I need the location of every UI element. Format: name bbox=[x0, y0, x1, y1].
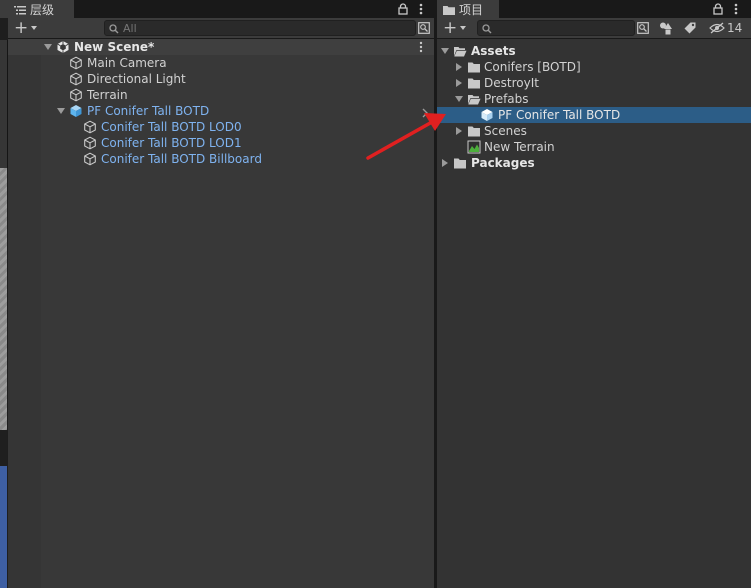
tree-item-assets[interactable]: Assets bbox=[437, 43, 751, 59]
gameobject-cube-icon bbox=[83, 120, 97, 134]
lock-icon[interactable] bbox=[713, 3, 723, 15]
tree-item-label: Conifer Tall BOTD LOD1 bbox=[101, 136, 242, 150]
filter-by-type-icon[interactable] bbox=[659, 21, 673, 35]
expand-arrow-icon[interactable] bbox=[441, 48, 449, 54]
tree-item-label: Terrain bbox=[87, 88, 128, 102]
hierarchy-tabbar: 层级 bbox=[8, 0, 434, 18]
scene-viewport-edge bbox=[0, 168, 7, 430]
game-viewport-edge bbox=[0, 466, 7, 588]
tree-item-label: Assets bbox=[471, 44, 516, 58]
lock-icon[interactable] bbox=[398, 3, 408, 15]
more-menu-icon[interactable] bbox=[418, 2, 424, 16]
hierarchy-search-field[interactable] bbox=[104, 20, 416, 36]
folder-open-icon bbox=[453, 44, 467, 58]
list-icon bbox=[14, 4, 26, 15]
tree-item-label: Main Camera bbox=[87, 56, 167, 70]
more-menu-icon[interactable] bbox=[418, 41, 424, 53]
tree-item-main-camera[interactable]: Main Camera bbox=[8, 55, 434, 71]
gameobject-cube-icon bbox=[69, 56, 83, 70]
tree-item-label: Conifer Tall BOTD Billboard bbox=[101, 152, 262, 166]
tree-item-label: PF Conifer Tall BOTD bbox=[498, 108, 621, 122]
folder-icon bbox=[443, 4, 455, 15]
hierarchy-panel: 层级 + New Scene* bbox=[8, 0, 434, 588]
project-search-input[interactable] bbox=[492, 21, 634, 35]
tree-item-destroyit[interactable]: DestroyIt bbox=[437, 75, 751, 91]
hidden-count: 14 bbox=[727, 21, 743, 35]
unity-scene-icon bbox=[56, 40, 70, 54]
more-menu-icon[interactable] bbox=[733, 2, 739, 16]
gameobject-cube-icon bbox=[69, 88, 83, 102]
chevron-down-icon bbox=[31, 26, 38, 30]
tree-item-new-scene[interactable]: New Scene* bbox=[8, 39, 434, 55]
gameobject-cube-icon bbox=[83, 152, 97, 166]
tab-hierarchy-label: 层级 bbox=[30, 2, 55, 17]
scene-toolbar-edge bbox=[0, 40, 8, 168]
filter-by-label-icon[interactable] bbox=[683, 21, 697, 35]
expand-arrow-icon[interactable] bbox=[57, 108, 65, 114]
tab-hierarchy[interactable]: 层级 bbox=[8, 0, 74, 18]
prefab-cube-icon bbox=[480, 108, 494, 122]
project-search-field[interactable] bbox=[477, 20, 635, 36]
tree-item-directional-light[interactable]: Directional Light bbox=[8, 71, 434, 87]
tree-item-label: New Terrain bbox=[484, 140, 555, 154]
search-icon bbox=[482, 23, 492, 34]
create-label: + bbox=[14, 18, 29, 38]
create-label: + bbox=[443, 18, 458, 38]
tree-item-label: Scenes bbox=[484, 124, 527, 138]
terrain-asset-icon bbox=[467, 140, 481, 154]
project-tabbar: 项目 bbox=[437, 0, 751, 18]
project-toolbar: + 14 bbox=[437, 18, 751, 39]
tree-item-label: Conifer Tall BOTD LOD0 bbox=[101, 120, 242, 134]
hierarchy-search-input[interactable] bbox=[119, 21, 415, 35]
tree-item-label: Packages bbox=[471, 156, 535, 170]
tree-item-packages[interactable]: Packages bbox=[437, 155, 751, 171]
folder-icon bbox=[467, 76, 481, 90]
tree-item-prefabs[interactable]: Prefabs bbox=[437, 91, 751, 107]
collapse-arrow-icon[interactable] bbox=[456, 79, 462, 87]
hidden-packages-toggle[interactable]: 14 bbox=[709, 20, 742, 36]
annotation-arrow bbox=[366, 113, 446, 160]
chevron-down-icon bbox=[460, 26, 467, 30]
tree-item-label: DestroyIt bbox=[484, 76, 539, 90]
tab-project-label: 项目 bbox=[459, 2, 484, 17]
gameobject-cube-icon bbox=[83, 136, 97, 150]
tree-item-new-terrain[interactable]: New Terrain bbox=[437, 139, 751, 155]
tree-item-conifers-botd[interactable]: Conifers [BOTD] bbox=[437, 59, 751, 75]
folder-icon bbox=[467, 60, 481, 74]
folder-icon bbox=[467, 124, 481, 138]
create-button[interactable]: + bbox=[14, 18, 38, 38]
hierarchy-toolbar: + bbox=[8, 18, 434, 39]
folder-open-icon bbox=[467, 92, 481, 106]
expand-arrow-icon[interactable] bbox=[44, 44, 52, 50]
tree-item-scenes[interactable]: Scenes bbox=[437, 123, 751, 139]
search-by-type-icon[interactable] bbox=[637, 22, 649, 34]
search-icon bbox=[109, 23, 119, 34]
gameobject-cube-icon bbox=[69, 72, 83, 86]
collapse-arrow-icon[interactable] bbox=[456, 63, 462, 71]
search-by-type-icon[interactable] bbox=[418, 22, 430, 34]
tree-item-label: Conifers [BOTD] bbox=[484, 60, 581, 74]
tree-item-label: New Scene* bbox=[74, 40, 155, 54]
create-button[interactable]: + bbox=[443, 18, 467, 38]
project-panel: 项目 + 14 Assets Conifers [BOTD] DestroyIt… bbox=[437, 0, 751, 588]
eye-hidden-icon bbox=[709, 22, 725, 34]
tree-item-pf-conifer-tall-botd-asset[interactable]: PF Conifer Tall BOTD bbox=[437, 107, 751, 123]
prefab-cube-icon bbox=[69, 104, 83, 118]
tree-item-label: Prefabs bbox=[484, 92, 529, 106]
scene-tab-edge bbox=[0, 0, 8, 18]
tree-item-label: PF Conifer Tall BOTD bbox=[87, 104, 210, 118]
tab-project[interactable]: 项目 bbox=[437, 0, 499, 18]
tree-item-label: Directional Light bbox=[87, 72, 186, 86]
